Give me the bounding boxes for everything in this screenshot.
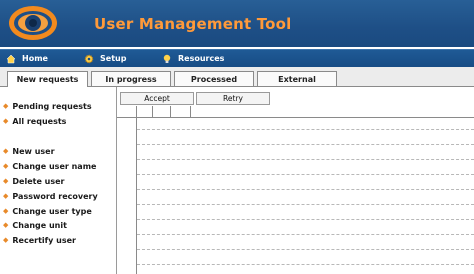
- sidebar-item-pending-requests[interactable]: ◆ Pending requests: [3, 100, 92, 112]
- sidebar-item-label: Password recovery: [12, 191, 98, 201]
- bullet-icon: ◆: [3, 102, 9, 110]
- bullet-icon: ◆: [3, 177, 9, 185]
- bullet-icon: ◆: [3, 162, 9, 170]
- sidebar-item-all-requests[interactable]: ◆ All requests: [3, 115, 66, 127]
- lightbulb-icon: [163, 54, 171, 63]
- requests-grid: [117, 106, 474, 274]
- bullet-icon: ◆: [3, 236, 9, 244]
- sidebar-item-label: Change user name: [12, 161, 97, 171]
- main-menu: Home Setup Resources: [0, 49, 474, 67]
- sidebar-item-label: Change unit: [12, 220, 67, 230]
- sidebar-item-password-recovery[interactable]: ◆ Password recovery: [3, 190, 98, 202]
- table-row[interactable]: [137, 144, 474, 145]
- sidebar-item-label: Pending requests: [12, 101, 92, 111]
- menu-setup-label: Setup: [100, 54, 127, 63]
- bullet-icon: ◆: [3, 221, 9, 229]
- sidebar-item-label: Recertify user: [12, 235, 76, 245]
- table-row[interactable]: [137, 189, 474, 190]
- table-row[interactable]: [137, 264, 474, 265]
- sidebar-item-change-user-type[interactable]: ◆ Change user type: [3, 205, 92, 217]
- app-header: User Management Tool: [0, 0, 474, 47]
- tab-external[interactable]: External: [257, 71, 337, 86]
- menu-home-label: Home: [22, 54, 48, 63]
- sidebar-item-label: Delete user: [12, 176, 65, 186]
- home-icon: [6, 54, 16, 63]
- tab-new-requests[interactable]: New requests: [7, 71, 88, 87]
- bullet-icon: ◆: [3, 207, 9, 215]
- sidebar: ◆ Pending requests ◆ All requests ◆ New …: [0, 87, 114, 274]
- bullet-icon: ◆: [3, 147, 9, 155]
- table-row[interactable]: [137, 129, 474, 130]
- tab-processed[interactable]: Processed: [174, 71, 254, 86]
- table-row[interactable]: [137, 204, 474, 205]
- app-title: User Management Tool: [94, 15, 292, 33]
- sidebar-item-change-unit[interactable]: ◆ Change unit: [3, 219, 67, 231]
- menu-resources[interactable]: Resources: [162, 50, 224, 67]
- request-tabs: New requests In progress Processed Exter…: [0, 67, 474, 87]
- table-row[interactable]: [137, 219, 474, 220]
- bullet-icon: ◆: [3, 192, 9, 200]
- sidebar-item-label: New user: [12, 146, 55, 156]
- menu-home[interactable]: Home: [6, 50, 48, 67]
- eye-logo-icon: [9, 6, 57, 40]
- sidebar-item-label: All requests: [12, 116, 67, 126]
- tab-in-progress[interactable]: In progress: [91, 71, 171, 86]
- accept-button[interactable]: Accept: [120, 92, 194, 105]
- retry-button[interactable]: Retry: [196, 92, 270, 105]
- table-row[interactable]: [137, 174, 474, 175]
- menu-resources-label: Resources: [178, 54, 225, 63]
- bullet-icon: ◆: [3, 117, 9, 125]
- grid-column-divider: [152, 106, 153, 117]
- sidebar-item-delete-user[interactable]: ◆ Delete user: [3, 175, 65, 187]
- table-row[interactable]: [137, 159, 474, 160]
- grid-column-divider: [190, 106, 191, 117]
- sidebar-item-recertify-user[interactable]: ◆ Recertify user: [3, 234, 76, 246]
- sidebar-item-label: Change user type: [12, 206, 92, 216]
- sidebar-item-new-user[interactable]: ◆ New user: [3, 145, 55, 157]
- menu-setup[interactable]: Setup: [84, 50, 126, 67]
- sidebar-item-change-user-name[interactable]: ◆ Change user name: [3, 160, 96, 172]
- gear-icon: [84, 54, 94, 63]
- grid-column-divider: [170, 106, 171, 117]
- table-row[interactable]: [137, 234, 474, 235]
- table-row[interactable]: [137, 249, 474, 250]
